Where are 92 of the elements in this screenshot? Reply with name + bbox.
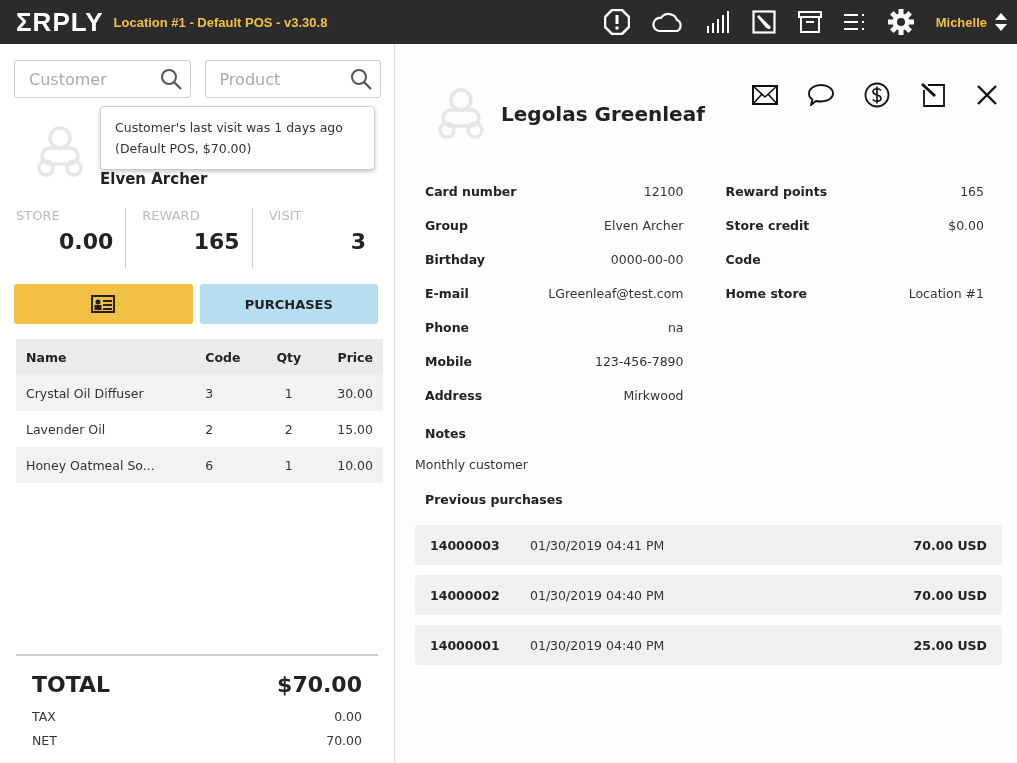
close-icon[interactable] [976,84,998,106]
purchase-number: 14000003 [430,537,501,553]
stat-value: 165 [193,229,240,254]
purchase-row[interactable]: 14000002 01/30/2019 04:40 PM 70.00 USD [415,575,1002,615]
chat-icon[interactable] [808,84,834,106]
field-value: 165 [960,184,984,201]
stat-label: VISIT [268,208,302,223]
table-cell: Crystal Oil Diffuser [16,375,196,411]
field-value: $0.00 [948,218,984,235]
customer-name: Legolas Greenleaf [501,102,705,126]
table-cell: 3 [195,375,262,411]
field-label: Phone [425,320,470,337]
purchase-amount: 70.00 USD [913,537,987,553]
purchase-number: 14000002 [430,587,501,603]
customer-group: Elven Archer [100,170,208,188]
field-value: 0000-00-00 [610,252,684,269]
stat-value: 0.00 [59,229,114,254]
field-label: Store credit [725,218,810,235]
cloud-icon[interactable] [651,11,684,33]
total-label: TOTAL [32,672,111,697]
table-cell: 1 [261,447,316,483]
table-cell: 10.00 [315,447,383,483]
field-label: Address [425,388,483,405]
search-field[interactable]: Customer [14,60,191,98]
summary-value: 0.00 [334,708,362,726]
field-label: Group [425,218,468,235]
table-cell: 15.00 [315,411,383,447]
avatar-icon [34,126,86,178]
purchase-date: 01/30/2019 04:40 PM [530,587,665,603]
purchases-button[interactable]: PURCHASES [199,284,378,324]
edit-icon[interactable] [751,10,776,34]
location-title: Location #1 - Default POS - v3.30.8 [113,14,328,30]
summary-label: NET [32,732,57,750]
purchase-amount: 70.00 USD [913,587,987,603]
user-menu[interactable]: Michelle [935,14,987,30]
field-value: Location #1 [908,286,984,303]
purchase-date: 01/30/2019 04:40 PM [530,637,665,653]
table-cell: 6 [195,447,262,483]
customer-card-button[interactable] [14,284,193,324]
field-label: E-mail [425,286,469,303]
table-cell: 2 [195,411,262,447]
edit-icon[interactable] [920,82,946,108]
purchase-number: 14000001 [430,637,501,653]
stat-label: REWARD [142,208,200,223]
search-icon [159,68,182,90]
column-header: Name [16,339,196,375]
purchase-date: 01/30/2019 04:41 PM [530,537,665,553]
table-cell: 1 [261,375,316,411]
search-field[interactable]: Product [204,60,381,98]
sort-icon[interactable] [995,13,1007,31]
field-value: Mirkwood [623,388,684,405]
stat-value: 3 [350,229,366,254]
field-label: Card number [425,184,517,201]
table-cell: Lavender Oil [16,411,196,447]
signal-icon[interactable] [705,11,730,33]
field-value: 12100 [643,184,684,201]
dollar-icon[interactable] [864,82,890,108]
field-value: 123-456-7890 [594,354,684,371]
field-label: Code [725,252,761,269]
field-value: Elven Archer [604,218,684,235]
field-label: Home store [725,286,808,303]
purchase-row[interactable]: 14000003 01/30/2019 04:41 PM 70.00 USD [415,525,1002,565]
tooltip: Customer's last visit was 1 days ago (Default POS, $70.00) [100,106,375,170]
logo: ΣRPLY [16,6,104,38]
purchase-row[interactable]: 14000001 01/30/2019 04:40 PM 25.00 USD [415,625,1002,665]
field-label: Reward points [725,184,828,201]
table-cell: Honey Oatmeal So... [16,447,196,483]
summary-label: TAX [32,708,56,726]
summary-value: 70.00 [326,732,362,750]
settings-icon[interactable] [887,9,914,35]
search-icon [350,68,372,90]
table-cell: 2 [261,411,316,447]
notes-label: Notes [424,425,467,443]
list-icon[interactable] [843,13,866,31]
field-value: LGreenleaf@test.com [548,286,684,303]
column-header: Qty [261,339,316,375]
field-value: na [667,320,684,337]
mail-icon[interactable] [752,85,778,105]
table-cell: 30.00 [315,375,383,411]
id-card-icon [91,295,116,313]
column-header: Price [315,339,383,375]
alert-icon[interactable] [603,9,630,35]
avatar-icon [435,88,487,140]
field-label: Mobile [425,354,473,371]
total-value: $70.00 [277,672,362,697]
field-label: Birthday [425,252,485,269]
section-title: Previous purchases [424,492,564,509]
column-header: Code [195,339,262,375]
purchase-amount: 25.00 USD [913,637,987,653]
stat-label: STORE [16,208,60,223]
archive-icon[interactable] [797,11,822,33]
notes-text: Monthly customer [415,457,529,474]
